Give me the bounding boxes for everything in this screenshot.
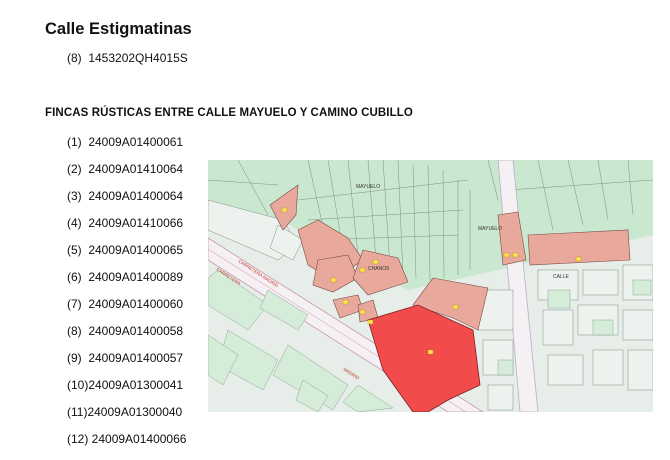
parcel-item: (2) 24009A01410064 xyxy=(67,162,184,176)
parcel-item: (5) 24009A01400065 xyxy=(67,243,184,257)
cadastral-map-image: MAYUELO MAYUELO CHANOS CARRETERA CARRETE… xyxy=(208,160,653,412)
map-label-chanos: CHANOS xyxy=(368,266,390,272)
section-title: Calle Estigmatinas xyxy=(45,20,192,38)
parcel-item: (10)24009A01300041 xyxy=(67,378,184,392)
cadastral-map: MAYUELO MAYUELO CHANOS CARRETERA CARRETE… xyxy=(208,160,653,412)
parcel-item: (6) 24009A01400089 xyxy=(67,270,184,284)
parcel-item: (9) 24009A01400057 xyxy=(67,351,184,365)
parcel-item: (8) 24009A01400058 xyxy=(67,324,184,338)
map-label-mayuelo: MAYUELO xyxy=(356,184,380,190)
parcel-item: (4) 24009A01410066 xyxy=(67,216,184,230)
parcel-item: (1) 24009A01400061 xyxy=(67,135,184,149)
parcel-item: (11)24009A01300040 xyxy=(67,405,183,419)
section-heading: FINCAS RÚSTICAS ENTRE CALLE MAYUELO Y CA… xyxy=(45,107,413,119)
parcel-item: (3) 24009A01400064 xyxy=(67,189,184,203)
map-label-mayuelo-right: MAYUELO xyxy=(478,226,502,232)
parcel-item: (12) 24009A01400066 xyxy=(67,432,187,446)
map-label-calle: CALLE xyxy=(553,274,570,280)
cadastral-ref-item: (8) 1453202QH4015S xyxy=(67,51,188,65)
parcel-item: (7) 24009A01400060 xyxy=(67,297,184,311)
